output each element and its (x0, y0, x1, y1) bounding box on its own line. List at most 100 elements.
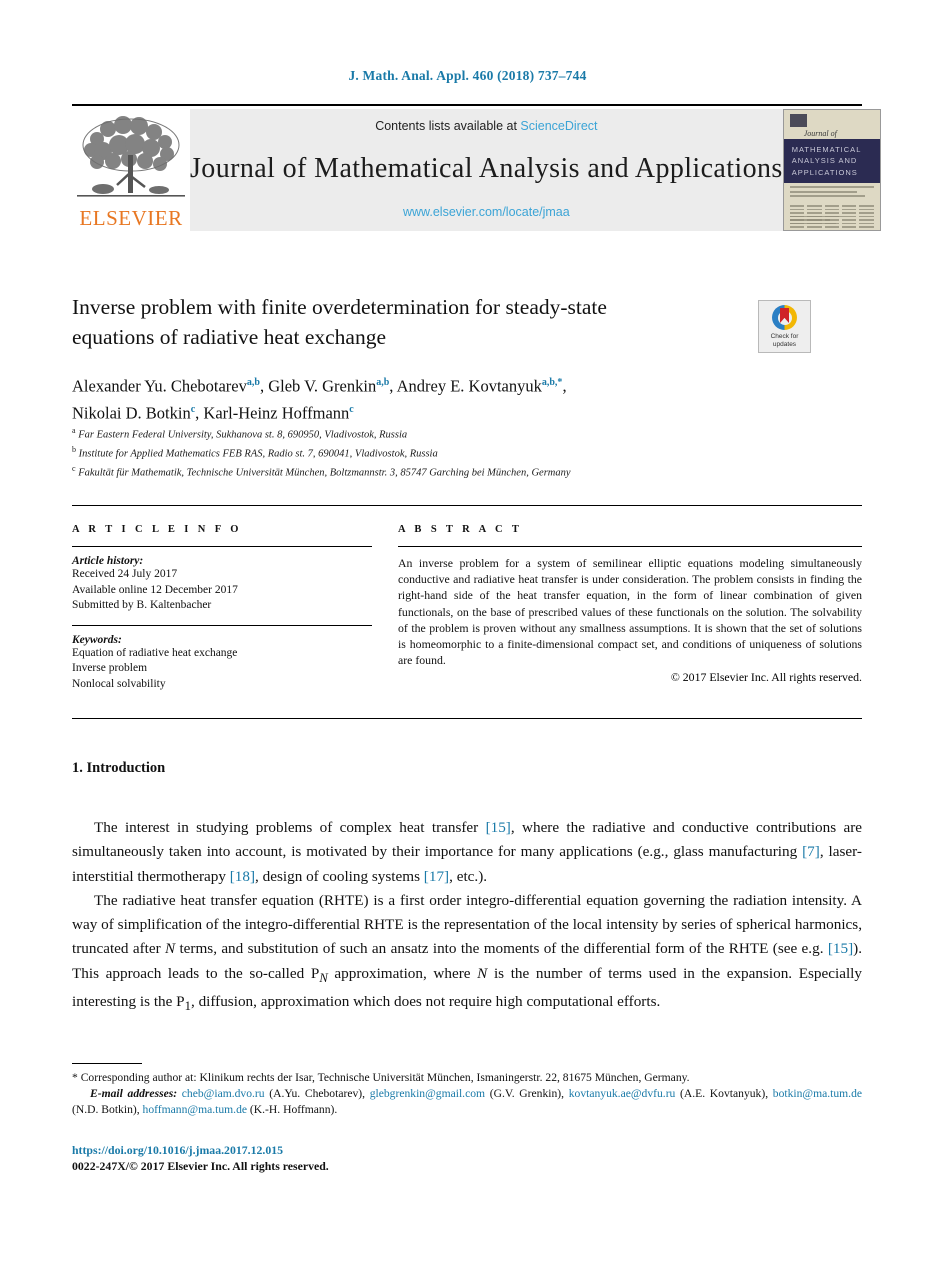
citation-ref[interactable]: [15] (828, 940, 853, 957)
author-name: Alexander Yu. Chebotarev (72, 376, 247, 396)
crossmark-label-line-1: Check for (770, 333, 799, 340)
email-link[interactable]: glebgrenkin@gmail.com (370, 1087, 485, 1100)
author-list: Alexander Yu. Chebotareva,b, Gleb V. Gre… (72, 371, 862, 424)
keywords-divider (72, 624, 372, 626)
article-info-heading: A R T I C L E I N F O (72, 524, 242, 535)
footnote-rule (72, 1063, 142, 1064)
abstract-text: An inverse problem for a system of semil… (398, 556, 862, 668)
crossmark-ring-icon (772, 305, 797, 330)
affiliation-text: Institute for Applied Mathematics FEB RA… (78, 448, 438, 460)
author-affil-marker: a,b (376, 377, 390, 388)
cover-footer-lines (789, 215, 874, 227)
crossmark-badge[interactable]: Check for updates (758, 300, 811, 353)
article-title-line-1: Inverse problem with finite overdetermin… (72, 295, 607, 319)
section-heading-introduction: 1. Introduction (72, 760, 166, 776)
email-link[interactable]: cheb@iam.dvo.ru (182, 1087, 265, 1100)
email-owner: (G.V. Grenkin) (489, 1087, 562, 1101)
cover-filler-lines (789, 186, 874, 200)
math-sub-n: N (319, 970, 328, 985)
email-owner: (A.Yu. Chebotarev) (269, 1087, 363, 1101)
author-affil-marker: c (349, 403, 354, 415)
keywords-label: Keywords: (72, 633, 122, 646)
affiliation-list: a Far Eastern Federal University, Sukhan… (72, 424, 772, 481)
article-info-divider (72, 546, 372, 547)
author-affil-marker: a,b,* (541, 377, 563, 388)
article-history-label: Article history: (72, 555, 144, 567)
crossmark-bookmark-icon (780, 308, 789, 323)
intro-p1-end: , etc.). (449, 867, 488, 885)
abstract-heading: A B S T R A C T (398, 524, 523, 535)
cover-title-line-3: APPLICATIONS (791, 167, 858, 177)
author-line-1: Alexander Yu. Chebotareva,b, Gleb V. Gre… (72, 376, 567, 396)
journal-title: Journal of Mathematical Analysis and App… (190, 153, 783, 184)
article-title-line-2: equations of radiative heat exchange (72, 325, 386, 349)
affiliation-item: a Far Eastern Federal University, Sukhan… (72, 424, 772, 443)
email-owner: (N.D. Botkin) (72, 1103, 137, 1117)
doi-block: https://doi.org/10.1016/j.jmaa.2017.12.0… (72, 1142, 572, 1174)
intro-p2-end: , diffusion, approximation which does no… (190, 993, 661, 1011)
article-history-online: Available online 12 December 2017 (72, 583, 238, 596)
affiliation-marker: b (72, 445, 76, 455)
affiliation-text: Fakultät für Mathematik, Technische Univ… (78, 467, 571, 479)
citation-ref[interactable]: [15] (486, 819, 511, 836)
affiliation-marker: a (72, 426, 76, 435)
journal-url-link[interactable]: www.elsevier.com/locate/jmaa (403, 205, 570, 219)
author-affil-marker: a,b (246, 377, 260, 388)
intro-paragraph-2: The radiative heat transfer equation (RH… (72, 889, 862, 1019)
citation-ref[interactable]: [18] (230, 868, 255, 885)
crossmark-label-line-2: updates (772, 341, 797, 349)
footnote-block: * Corresponding author at: Klinikum rech… (72, 1070, 862, 1119)
article-history-received: Received 24 July 2017 (72, 568, 178, 580)
affiliation-item: c Fakultät für Mathematik, Technische Un… (72, 462, 772, 481)
author-line-2: Nikolai D. Botkinc, Karl-Heinz Hoffmannc (72, 403, 354, 422)
journal-cover-thumbnail[interactable]: Journal of MATHEMATICAL ANALYSIS AND APP… (782, 109, 881, 231)
issn-copyright-line: 0022-247X/© 2017 Elsevier Inc. All right… (72, 1159, 329, 1173)
keyword-item: Nonlocal solvability (72, 677, 166, 690)
cover-journal-of-text: Journal of (803, 129, 837, 138)
corresponding-author-note: * Corresponding author at: Klinikum rech… (72, 1071, 690, 1084)
cover-elsevier-mark (789, 114, 807, 127)
citation-ref[interactable]: [17] (424, 868, 449, 885)
keyword-item: Equation of radiative heat exchange (72, 646, 238, 659)
math-var-n: N (477, 964, 488, 982)
running-head: J. Math. Anal. Appl. 460 (2018) 737–744 (348, 68, 587, 83)
article-history-submitted: Submitted by B. Kaltenbacher (72, 599, 212, 611)
keyword-item: Inverse problem (72, 662, 148, 674)
cover-title-block: MATHEMATICAL ANALYSIS AND APPLICATIONS (783, 139, 880, 183)
contents-prefix: Contents lists available at (375, 119, 521, 133)
journal-masthead: ELSEVIER Contents lists available at Sci… (72, 104, 881, 231)
author-name: Nikolai D. Botkin (72, 403, 191, 422)
intro-p2-mid1: terms, and substitution of such an ansat… (175, 940, 828, 958)
masthead-center-band: Contents lists available at ScienceDirec… (190, 109, 783, 231)
affiliation-item: b Institute for Applied Mathematics FEB … (72, 443, 772, 462)
abstract-divider (398, 546, 862, 547)
keywords-block: Keywords: Equation of radiative heat exc… (72, 634, 372, 693)
affiliation-marker: c (72, 464, 76, 474)
info-section-bottom-rule (72, 718, 862, 719)
elsevier-logo: ELSEVIER (72, 109, 190, 231)
email-link[interactable]: hoffmann@ma.tum.de (143, 1103, 247, 1116)
crossmark-label: Check for updates (771, 333, 799, 349)
email-link[interactable]: botkin@ma.tum.de (773, 1087, 862, 1100)
elsevier-tree-icon (75, 115, 187, 208)
email-link[interactable]: kovtanyuk.ae@dvfu.ru (569, 1087, 676, 1100)
intro-paragraph-1: The interest in studying problems of com… (72, 816, 862, 889)
author-affil-marker: c (190, 403, 196, 415)
article-info-column: A R T I C L E I N F O Article history: R… (72, 524, 372, 692)
math-var-n: N (164, 940, 176, 958)
cover-title-line-1: MATHEMATICAL (791, 145, 862, 154)
contents-lists-line: Contents lists available at ScienceDirec… (375, 119, 597, 133)
sciencedirect-link[interactable]: ScienceDirect (520, 119, 597, 133)
intro-p1-pre: The interest in studying problems of com… (94, 819, 486, 836)
abstract-copyright: © 2017 Elsevier Inc. All rights reserved… (670, 670, 862, 685)
intro-p2-mid3: approximation, where (327, 964, 478, 982)
introduction-body: The interest in studying problems of com… (72, 816, 862, 1018)
paper-page: J. Math. Anal. Appl. 460 (2018) 737–744 (0, 0, 935, 1266)
doi-link[interactable]: https://doi.org/10.1016/j.jmaa.2017.12.0… (72, 1142, 572, 1158)
cover-title-line-2: ANALYSIS AND (791, 156, 858, 166)
citation-ref[interactable]: [7] (802, 843, 820, 860)
page-title: Inverse problem with finite overdetermin… (72, 292, 732, 352)
elsevier-wordmark: ELSEVIER (79, 206, 183, 230)
author-name: Karl-Heinz Hoffmann (203, 403, 350, 422)
author-name: Andrey E. Kovtanyuk (396, 376, 542, 396)
